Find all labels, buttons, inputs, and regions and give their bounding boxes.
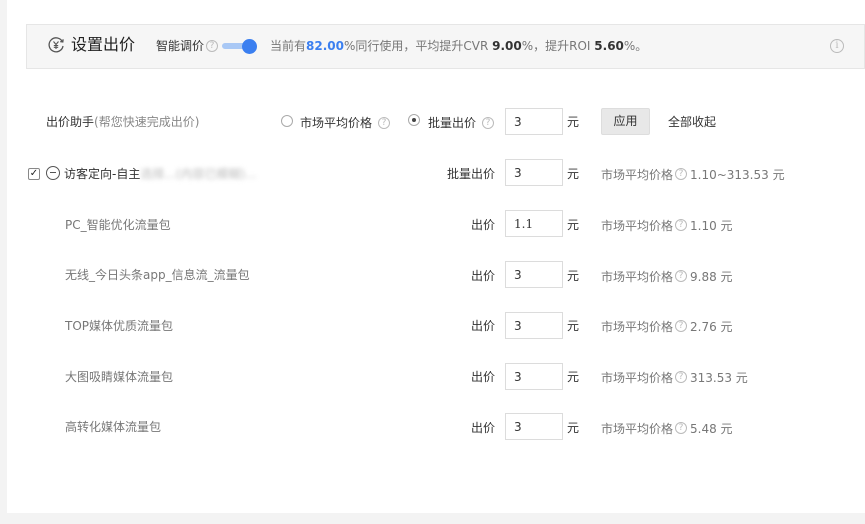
stats-mid: %同行使用，平均提升CVR <box>343 39 493 53</box>
row-bid-label: 出价 <box>471 218 496 232</box>
group-name-text: 访客定向-自主 <box>64 167 141 181</box>
market-help-icon[interactable]: ? <box>675 219 687 231</box>
row-name: 大图吸睛媒体流量包 <box>65 370 174 384</box>
group-market-label: 市场平均价格 <box>601 168 674 182</box>
batch-bid-help-icon[interactable]: ? <box>482 117 494 129</box>
group-name-blurred: 选择...(内容已模糊)... <box>140 167 257 181</box>
stats-prefix: 当前有 <box>270 39 307 53</box>
row-market-label: 市场平均价格 <box>601 270 674 284</box>
smart-pricing-toggle[interactable] <box>222 39 259 54</box>
row-market-value: 9.88 元 <box>690 270 733 284</box>
market-average-help-icon[interactable]: ? <box>378 117 390 129</box>
batch-bid-input[interactable] <box>505 108 563 135</box>
row-market-value: 5.48 元 <box>690 422 733 436</box>
stats-percent: 82.00 <box>306 39 344 53</box>
radio-market-average[interactable] <box>281 115 293 127</box>
collapse-all-button[interactable]: 全部收起 <box>668 114 716 130</box>
row-name: TOP媒体优质流量包 <box>65 319 174 333</box>
market-help-icon[interactable]: ? <box>675 371 687 383</box>
row-name: 无线_今日头条app_信息流_流量包 <box>65 268 250 282</box>
yen-refresh-icon <box>48 37 64 53</box>
group-bid-input[interactable] <box>505 159 563 186</box>
row-bid-input[interactable] <box>505 312 563 339</box>
info-icon[interactable]: i <box>830 39 844 53</box>
peer-usage-stats: 当前有82.00%同行使用，平均提升CVR 9.00%，提升ROI 5.60%。 <box>270 38 647 54</box>
yuan-unit: 元 <box>567 218 580 232</box>
group-bid-label: 批量出价 <box>447 167 496 181</box>
market-help-icon[interactable]: ? <box>675 422 687 434</box>
radio-batch-bid[interactable] <box>408 114 420 126</box>
yuan-unit: 元 <box>567 421 580 435</box>
row-name: PC_智能优化流量包 <box>65 218 171 232</box>
row-bid-input[interactable] <box>505 413 563 440</box>
yuan-unit: 元 <box>567 115 580 129</box>
market-help-icon[interactable]: ? <box>675 168 687 180</box>
apply-button[interactable]: 应用 <box>601 108 650 135</box>
row-bid-input[interactable] <box>505 210 563 237</box>
yuan-unit: 元 <box>567 319 580 333</box>
row-market-label: 市场平均价格 <box>601 219 674 233</box>
row-market-label: 市场平均价格 <box>601 320 674 334</box>
row-bid-label: 出价 <box>471 269 496 283</box>
stats-roi: 5.60 <box>594 39 624 53</box>
radio-market-average-label[interactable]: 市场平均价格 <box>300 115 372 131</box>
bid-assistant-title: 出价助手 <box>46 115 95 129</box>
row-market-label: 市场平均价格 <box>601 422 674 436</box>
bid-assistant-hint: (帮您快速完成出价) <box>94 115 200 129</box>
group-checkbox[interactable]: ✓ <box>28 168 40 180</box>
market-help-icon[interactable]: ? <box>675 320 687 332</box>
bid-settings-panel <box>7 0 865 513</box>
group-name: 访客定向-自主选择...(内容已模糊)... <box>64 166 257 182</box>
stats-suffix: %。 <box>623 39 648 53</box>
row-bid-label: 出价 <box>471 370 496 384</box>
row-market-value: 2.76 元 <box>690 320 733 334</box>
smart-pricing-label: 智能调价 <box>156 39 205 53</box>
bid-assistant-label: 出价助手(帮您快速完成出价) <box>46 114 199 130</box>
stats-cvr: 9.00 <box>492 39 522 53</box>
row-bid-input[interactable] <box>505 363 563 390</box>
smart-pricing-help-icon[interactable]: ? <box>206 40 218 52</box>
yuan-unit: 元 <box>567 167 580 181</box>
row-market-value: 1.10 元 <box>690 219 733 233</box>
radio-batch-bid-label[interactable]: 批量出价 <box>428 115 476 131</box>
market-help-icon[interactable]: ? <box>675 270 687 282</box>
group-market-value: 1.10~313.53 元 <box>690 168 785 182</box>
row-bid-label: 出价 <box>471 319 496 333</box>
toggle-knob <box>242 39 257 54</box>
collapse-icon[interactable] <box>46 166 60 180</box>
row-market-value: 313.53 元 <box>690 371 748 385</box>
yuan-unit: 元 <box>567 370 580 384</box>
row-bid-label: 出价 <box>471 421 496 435</box>
row-market-label: 市场平均价格 <box>601 371 674 385</box>
stats-mid2: %，提升ROI <box>521 39 595 53</box>
yuan-unit: 元 <box>567 269 580 283</box>
page-title: 设置出价 <box>71 35 136 54</box>
row-name: 高转化媒体流量包 <box>65 420 162 434</box>
row-bid-input[interactable] <box>505 261 563 288</box>
